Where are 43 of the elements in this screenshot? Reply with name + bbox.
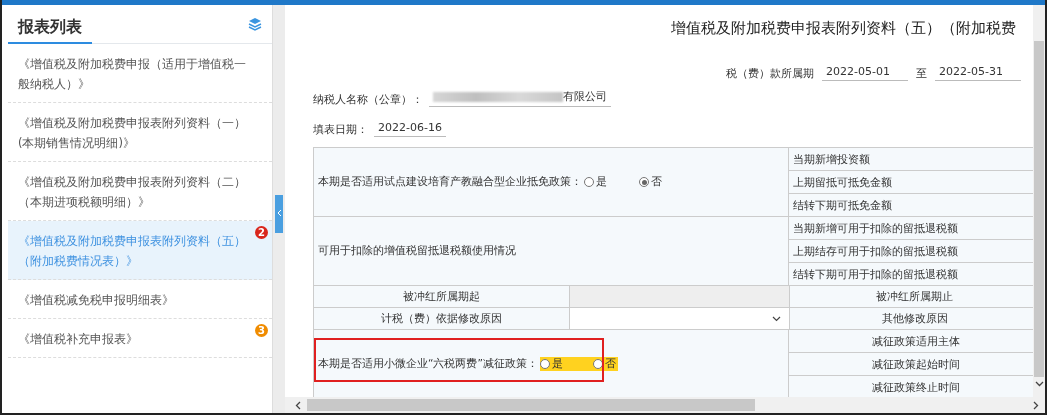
- scrollbar-thumb[interactable]: [1034, 41, 1044, 377]
- count-badge: 3: [255, 324, 268, 337]
- radio-option[interactable]: 是: [584, 175, 607, 189]
- layers-icon[interactable]: [248, 17, 262, 31]
- table-cell-text: 其他修改原因: [880, 311, 949, 326]
- table-cell-text: 结转下期可用于扣除的留抵退税额: [792, 267, 959, 282]
- panel-title: 报表列表: [8, 5, 92, 44]
- chevron-down-icon: [772, 315, 781, 322]
- table-cell-text: 结转下期可抵免金额: [792, 198, 893, 213]
- radio-label: 否: [651, 175, 662, 189]
- date-field[interactable]: 2022-05-01: [822, 65, 908, 81]
- count-badge: 2: [255, 226, 268, 239]
- field-label: 填表日期：: [313, 122, 368, 137]
- field-label: 税（费）款所属期: [726, 66, 814, 81]
- radio-option[interactable]: 否: [592, 357, 616, 371]
- radio-label: 是: [596, 175, 607, 189]
- chevron-left-icon: [276, 209, 282, 217]
- radio-option[interactable]: 否: [639, 175, 662, 189]
- date-field[interactable]: 2022-05-31: [935, 65, 1021, 81]
- field-label: 纳税人名称（公章）：: [313, 92, 423, 107]
- row-label: 可用于扣除的增值税留抵退税额使用情况: [318, 244, 516, 258]
- radio-label: 否: [604, 357, 616, 371]
- row-label: 本期是否适用试点建设培育产教融合型企业抵免政策：: [318, 175, 582, 189]
- radio-button[interactable]: [592, 359, 603, 369]
- field-value: 有限公司: [563, 89, 607, 104]
- sidebar-item[interactable]: 《增值税及附加税费申报表附列资料（五）（附加税费情况表）》 2: [8, 221, 272, 280]
- date-field[interactable]: 2022-06-16: [374, 121, 446, 137]
- radio-label: 是: [551, 357, 563, 371]
- table-cell-text: 被冲红所属期止: [875, 289, 954, 304]
- collapse-handle[interactable]: [275, 195, 283, 233]
- radio-option[interactable]: 是: [539, 357, 563, 371]
- field-label: 至: [916, 66, 927, 81]
- radio-button[interactable]: [639, 177, 649, 187]
- radio-button[interactable]: [584, 177, 594, 187]
- chevron-down-icon[interactable]: [1034, 381, 1044, 387]
- row-label: 本期是否适用小微企业“六税两费”减征政策：: [318, 357, 538, 371]
- scrollbar-thumb[interactable]: [307, 399, 755, 411]
- chevron-right-icon[interactable]: [1033, 400, 1039, 410]
- radio-button[interactable]: [539, 359, 550, 369]
- table-cell-text: 减征政策终止时间: [871, 380, 961, 395]
- chevron-left-icon[interactable]: [295, 400, 301, 410]
- dropdown-field[interactable]: [570, 308, 790, 329]
- form-title: 增值税及附加税费申报表附列资料（五）（附加税费: [670, 19, 1017, 38]
